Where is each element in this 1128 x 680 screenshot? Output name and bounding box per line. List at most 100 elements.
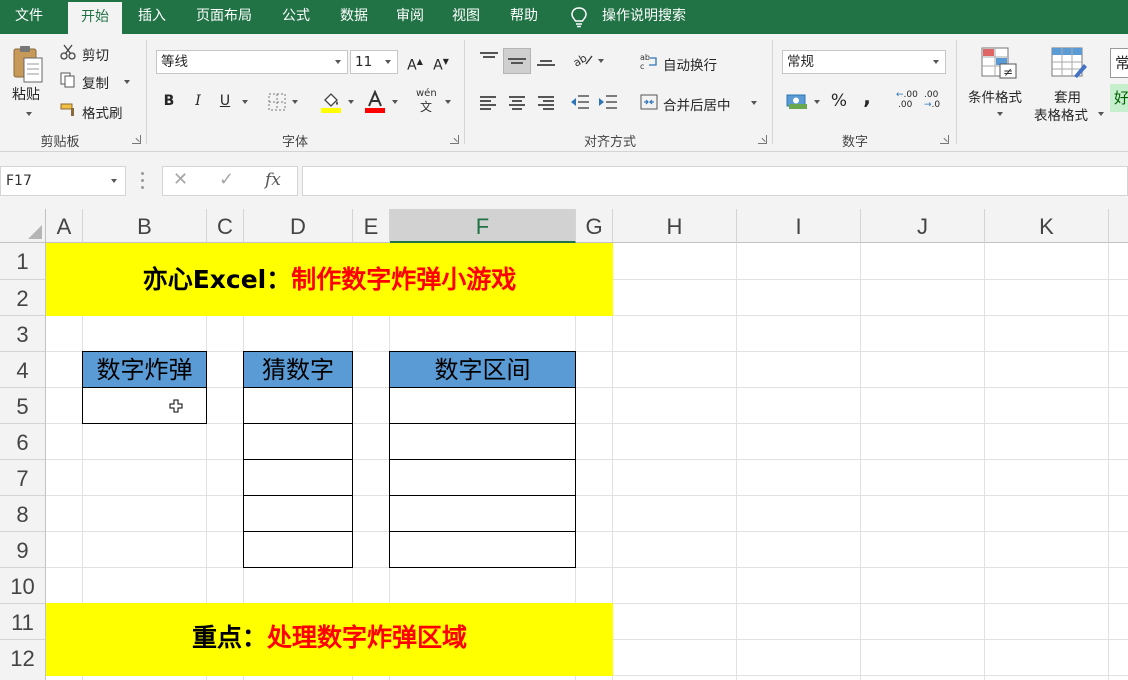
underline-dropdown-icon[interactable] [242, 100, 248, 104]
tab-formulas[interactable]: 公式 [272, 0, 320, 34]
number-format-select[interactable]: 常规 [782, 50, 946, 74]
wrap-text-icon[interactable]: ab c [640, 52, 658, 70]
row-header-2[interactable]: 2 [0, 280, 46, 316]
cell-b5[interactable] [82, 387, 207, 424]
grow-font-button[interactable]: A▲ [404, 51, 426, 74]
title-banner[interactable]: 亦心Excel：制作数字炸弹小游戏 [46, 243, 613, 316]
cell-d5[interactable] [243, 387, 353, 424]
row-header-8[interactable]: 8 [0, 496, 46, 532]
tab-data[interactable]: 数据 [330, 0, 378, 34]
format-as-table-label-1[interactable]: 套用 [1054, 86, 1081, 106]
phonetic-dropdown-icon[interactable] [445, 100, 451, 104]
scissors-icon[interactable] [60, 44, 76, 60]
row-header-1[interactable]: 1 [0, 243, 46, 280]
row-header-9[interactable]: 9 [0, 532, 46, 568]
wrap-text-button[interactable]: 自动换行 [663, 54, 717, 74]
font-name-select[interactable]: 等线 [156, 50, 348, 74]
borders-dropdown-icon[interactable] [292, 100, 298, 104]
align-middle-button[interactable] [503, 48, 531, 74]
note-banner[interactable]: 重点：处理数字炸弹区域 [46, 603, 613, 676]
increase-decimal-button[interactable]: ←.00.00 [896, 90, 918, 110]
column-header-e[interactable]: E [353, 209, 390, 243]
formula-input[interactable] [302, 166, 1128, 196]
row-header-4[interactable]: 4 [0, 352, 46, 388]
enter-icon[interactable]: ✓ [219, 169, 234, 190]
tab-review[interactable]: 审阅 [386, 0, 434, 34]
tab-home[interactable]: 开始 [68, 2, 122, 34]
cell-f5[interactable] [389, 387, 576, 424]
tab-file[interactable]: 文件 [0, 0, 58, 34]
accounting-dropdown-icon[interactable] [814, 100, 820, 104]
bold-button[interactable]: B [158, 90, 180, 112]
format-painter-button[interactable]: 格式刷 [82, 102, 123, 122]
row-header-6[interactable]: 6 [0, 424, 46, 460]
fill-color-icon[interactable] [320, 90, 342, 114]
tab-insert[interactable]: 插入 [126, 0, 178, 34]
cut-button[interactable]: 剪切 [82, 44, 109, 64]
header-cell-number-range[interactable]: 数字区间 [389, 351, 576, 388]
decrease-decimal-button[interactable]: .00 →.0 [924, 90, 940, 110]
header-cell-number-bomb[interactable]: 数字炸弹 [82, 351, 207, 388]
merge-dropdown-icon[interactable] [751, 101, 757, 105]
format-as-table-dropdown-icon[interactable] [1098, 112, 1104, 116]
column-header-g[interactable]: G [576, 209, 613, 243]
row-header-5[interactable]: 5 [0, 388, 46, 424]
format-as-table-icon[interactable] [1050, 46, 1088, 80]
name-box[interactable]: F17 [0, 166, 126, 196]
font-launcher-icon[interactable] [450, 135, 459, 144]
format-as-table-button[interactable]: 表格格式 [1034, 104, 1088, 124]
tab-page-layout[interactable]: 页面布局 [184, 0, 264, 34]
align-left-icon[interactable] [480, 96, 498, 110]
lightbulb-icon[interactable] [570, 6, 588, 28]
column-header-b[interactable]: B [83, 209, 207, 243]
copy-button[interactable]: 复制 [82, 72, 109, 92]
format-painter-icon[interactable] [60, 102, 78, 118]
paste-dropdown-icon[interactable] [26, 112, 32, 116]
shrink-font-button[interactable]: A▼ [430, 51, 452, 74]
row-header-12[interactable]: 12 [0, 640, 46, 680]
decrease-indent-icon[interactable] [570, 94, 590, 110]
tab-help[interactable]: 帮助 [500, 0, 548, 34]
italic-button[interactable]: I [187, 90, 209, 112]
align-right-icon[interactable] [536, 96, 554, 110]
cell-d8[interactable] [243, 495, 353, 532]
align-bottom-icon[interactable] [537, 52, 555, 66]
cell-d9[interactable] [243, 531, 353, 568]
paste-icon[interactable] [12, 44, 46, 84]
orientation-dropdown-icon[interactable] [598, 59, 604, 63]
cell-f8[interactable] [389, 495, 576, 532]
cell-style-normal[interactable]: 常 [1110, 48, 1128, 78]
cell-f7[interactable] [389, 459, 576, 496]
column-header-l[interactable] [1109, 209, 1128, 243]
align-top-icon[interactable] [480, 52, 498, 66]
copy-icon[interactable] [60, 72, 76, 88]
increase-indent-icon[interactable] [598, 94, 618, 110]
orientation-icon[interactable]: ab [572, 50, 594, 68]
number-launcher-icon[interactable] [940, 135, 949, 144]
clipboard-launcher-icon[interactable] [132, 135, 141, 144]
column-header-a[interactable]: A [46, 209, 83, 243]
merge-center-button[interactable]: 合并后居中 [663, 94, 731, 114]
column-header-d[interactable]: D [244, 209, 353, 243]
font-color-icon[interactable] [364, 90, 386, 114]
cell-d7[interactable] [243, 459, 353, 496]
accounting-format-icon[interactable] [786, 92, 808, 110]
fill-color-dropdown-icon[interactable] [348, 100, 354, 104]
tell-me-search[interactable]: 操作说明搜索 [602, 0, 686, 33]
conditional-formatting-icon[interactable]: ≠ [980, 46, 1018, 80]
select-all-button[interactable] [0, 209, 46, 243]
alignment-launcher-icon[interactable] [758, 135, 767, 144]
formula-bar-splitter[interactable] [141, 172, 144, 190]
column-header-j[interactable]: J [861, 209, 985, 243]
comma-style-button[interactable]: , [856, 86, 878, 108]
font-color-dropdown-icon[interactable] [392, 100, 398, 104]
tab-view[interactable]: 视图 [442, 0, 490, 34]
column-header-c[interactable]: C [207, 209, 244, 243]
font-size-select[interactable]: 11 [350, 50, 398, 74]
cell-d6[interactable] [243, 423, 353, 460]
percent-style-button[interactable]: % [828, 90, 850, 112]
conditional-dropdown-icon[interactable] [997, 112, 1003, 116]
row-header-7[interactable]: 7 [0, 460, 46, 496]
merge-center-icon[interactable] [640, 94, 658, 110]
row-header-3[interactable]: 3 [0, 316, 46, 352]
